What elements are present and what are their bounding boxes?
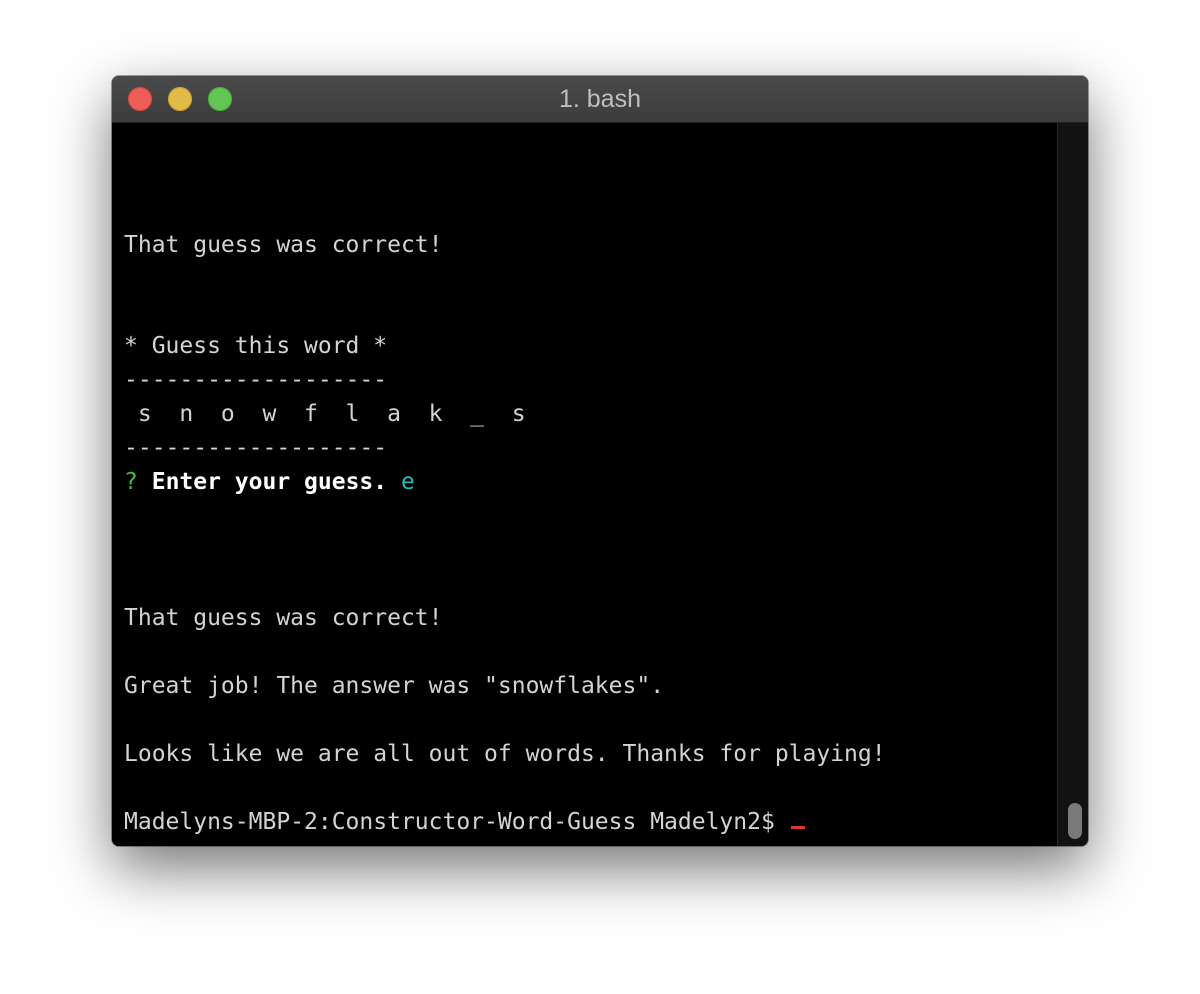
scrollbar-thumb[interactable] <box>1068 803 1082 839</box>
output-line: Looks like we are all out of words. Than… <box>124 741 886 767</box>
prompt-line: ? Enter your guess. e <box>124 468 415 496</box>
divider-line: ------------------- <box>124 367 388 393</box>
prompt-mark: ? <box>124 469 138 495</box>
output-line: * Guess this word * <box>124 333 388 359</box>
output-line: That guess was correct! <box>124 232 443 258</box>
text-cursor <box>790 826 805 829</box>
shell-prompt: Madelyns-MBP-2:Constructor-Word-Guess Ma… <box>124 809 789 835</box>
output-line: Great job! The answer was "snowflakes". <box>124 673 665 699</box>
terminal-output[interactable]: That guess was correct! * Guess this wor… <box>112 123 1057 846</box>
prompt-text: Enter your guess. <box>151 469 388 495</box>
output-line: That guess was correct! <box>124 605 443 631</box>
title-bar[interactable]: 1. bash <box>112 76 1088 123</box>
divider-line: ------------------- <box>124 435 388 461</box>
terminal-window: 1. bash That guess was correct! * Guess … <box>112 76 1088 846</box>
shell-prompt-line[interactable]: Madelyns-MBP-2:Constructor-Word-Guess Ma… <box>124 808 805 836</box>
prompt-answer: e <box>400 469 415 495</box>
word-display: s n o w f l a k _ s <box>124 401 526 427</box>
window-title: 1. bash <box>558 85 641 113</box>
scrollbar-track[interactable] <box>1057 123 1088 846</box>
